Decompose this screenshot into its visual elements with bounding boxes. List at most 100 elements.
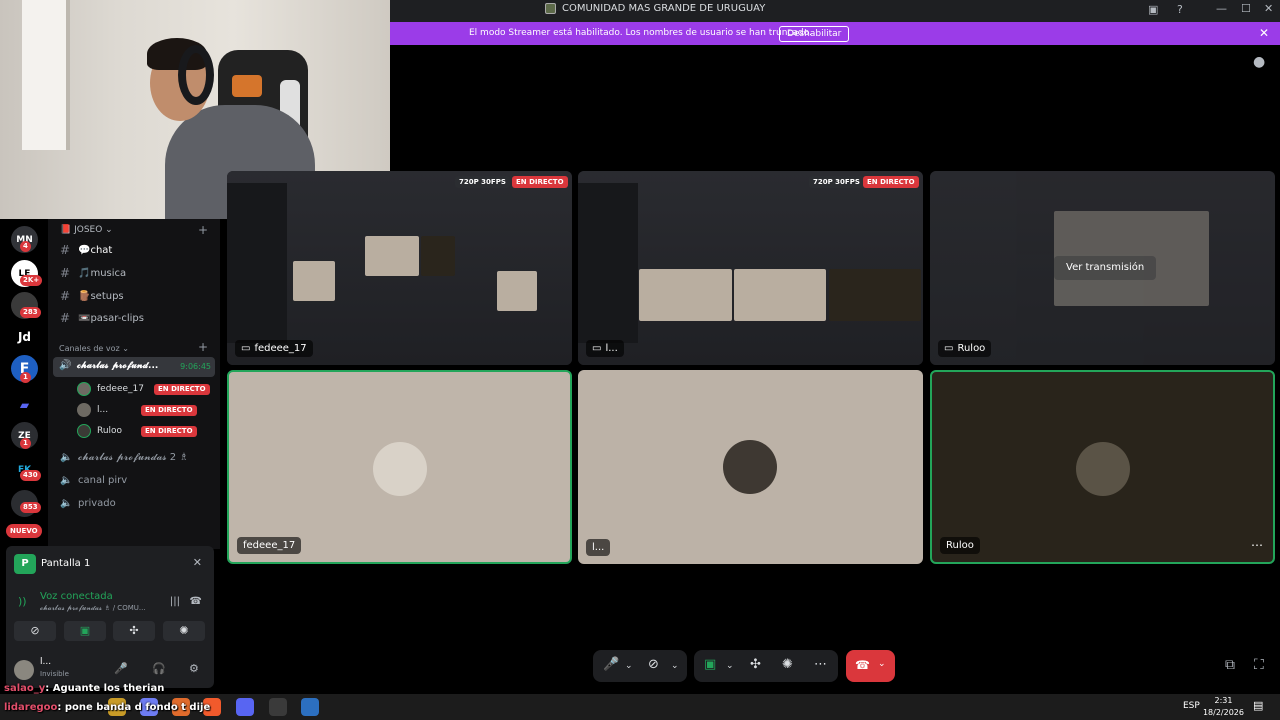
chat-text: : Aguante los therian: [45, 683, 165, 694]
language-indicator[interactable]: ESP: [1183, 701, 1200, 711]
channel-label: 🎵musica: [78, 267, 127, 279]
new-badge[interactable]: NUEVO: [6, 524, 42, 538]
webcam-chair-logo: [232, 75, 262, 97]
help-icon[interactable]: ?: [1177, 3, 1183, 16]
add-voice-channel-icon[interactable]: +: [198, 340, 208, 354]
noise-suppression-icon[interactable]: |||: [170, 596, 180, 607]
microphone-icon[interactable]: 🎤: [603, 657, 619, 672]
chevron-down-icon[interactable]: ⌄: [726, 661, 734, 671]
hash-icon: #: [60, 289, 71, 303]
activities-icon[interactable]: ✣: [750, 657, 761, 672]
participant-name: fedeee_17: [237, 537, 302, 554]
camera-off-button[interactable]: ⊘: [14, 621, 56, 641]
inbox-icon[interactable]: ▣: [1148, 3, 1158, 16]
voice-panel: P Pantalla 1 ✕ )) Voz conectada 𝓬𝓱𝓪𝓻𝓵𝓪𝓼 …: [6, 546, 214, 688]
camera-off-icon[interactable]: ⊘: [648, 657, 659, 672]
headphones-icon[interactable]: 🎧: [152, 662, 166, 675]
banner-close-icon[interactable]: ✕: [1259, 26, 1269, 40]
voice-status[interactable]: Voz conectada: [40, 591, 113, 602]
voice-channels-header[interactable]: Canales de voz ⌄: [59, 344, 129, 353]
fullscreen-icon[interactable]: ⛶: [1254, 657, 1264, 673]
more-icon[interactable]: ⋯: [814, 657, 827, 672]
clock-date: 18/2/2026: [1202, 708, 1244, 717]
chat-text: : pone banda d fondo t dije: [57, 702, 211, 713]
user-name[interactable]: l...: [40, 657, 51, 667]
more-options-icon[interactable]: ⋯: [1251, 538, 1263, 552]
participant-avatar: [1076, 442, 1130, 496]
voice-channel-privado[interactable]: 🔈 privado: [60, 498, 116, 509]
voice-user-name: l...: [97, 405, 109, 415]
stream-tile-l[interactable]: 720P 30FPS EN DIRECTO ▭ l...: [578, 171, 923, 365]
voice-user-ruloo[interactable]: Ruloo: [77, 422, 122, 440]
live-badge: EN DIRECTO: [141, 405, 197, 416]
window-title: COMUNIDAD MAS GRANDE DE URUGUAY: [545, 3, 765, 14]
server-badge: 2K+: [20, 275, 43, 286]
chat-overlay-line: salao_y: Aguante los therian: [4, 683, 164, 694]
server-badge: 1: [20, 438, 31, 449]
channel-label: 💬chat: [78, 244, 113, 256]
clock[interactable]: 2:31 18/2/2026: [1203, 695, 1244, 719]
discord-icon[interactable]: [236, 698, 254, 716]
connection-signal-icon[interactable]: )): [18, 595, 27, 608]
activity-controls: ▣ ⌄ ✣ ✺ ⋯: [694, 650, 838, 682]
preview-sidebar: [578, 183, 638, 343]
soundboard-button[interactable]: ✺: [163, 621, 205, 641]
voice-channel-canal-pirv[interactable]: 🔈 canal pirv: [60, 475, 127, 486]
server-badge: 1: [20, 372, 31, 383]
disconnect-icon[interactable]: ☎: [190, 596, 202, 607]
mic-camera-controls: 🎤 ⌄ ⊘ ⌄: [593, 650, 687, 682]
add-channel-icon[interactable]: +: [198, 223, 208, 237]
hang-up-icon: ☎: [855, 658, 870, 672]
screen-share-button[interactable]: ▣: [64, 621, 106, 641]
preview-pane: [639, 269, 732, 321]
live-badge: EN DIRECTO: [141, 426, 197, 437]
voice-channel-label: 𝓬𝓱𝓪𝓻𝓵𝓪𝓼 𝓹𝓻𝓸𝓯𝓾𝓷𝓭𝓪𝓼 2 ♗: [78, 452, 189, 463]
channel-musica[interactable]: # 🎵musica: [60, 266, 126, 280]
pop-out-icon[interactable]: ⧉: [1225, 657, 1235, 673]
stream-tile-ruloo[interactable]: Ver transmisión ▭ Ruloo: [930, 171, 1275, 365]
participant-tile-l[interactable]: l...: [578, 370, 923, 564]
chat-bubble-icon[interactable]: ●: [1253, 54, 1265, 70]
close-button[interactable]: ✕: [1264, 2, 1273, 15]
channel-chat[interactable]: # 💬chat: [60, 243, 112, 257]
server-name[interactable]: 📕 JOSEO ⌄: [60, 225, 113, 235]
watch-stream-button[interactable]: Ver transmisión: [1054, 256, 1157, 280]
soundboard-icon[interactable]: ✺: [782, 657, 793, 672]
user-avatar[interactable]: [14, 660, 34, 680]
voice-channel-charlas-2[interactable]: 🔈 𝓬𝓱𝓪𝓻𝓵𝓪𝓼 𝓹𝓻𝓸𝓯𝓾𝓷𝓭𝓪𝓼 2 ♗: [60, 452, 188, 463]
chevron-down-icon[interactable]: ⌄: [671, 661, 679, 671]
app-icon[interactable]: [301, 698, 319, 716]
stop-stream-icon[interactable]: ✕: [193, 556, 202, 569]
participant-tile-fedeee[interactable]: fedeee_17: [227, 370, 572, 564]
screen-share-icon[interactable]: ▣: [704, 657, 716, 672]
screen-share-icon: ▣: [79, 624, 91, 637]
disconnect-button[interactable]: ☎ ⌄: [846, 650, 895, 682]
stream-name-text: fedeee_17: [254, 343, 307, 354]
window-title-text: COMUNIDAD MAS GRANDE DE URUGUAY: [562, 3, 766, 14]
minimize-button[interactable]: —: [1216, 2, 1227, 15]
stream-tile-fedeee[interactable]: 720P 30FPS EN DIRECTO ▭ fedeee_17: [227, 171, 572, 365]
live-badge: EN DIRECTO: [154, 384, 210, 395]
maximize-button[interactable]: ☐: [1241, 2, 1251, 15]
stream-name: ▭ Ruloo: [938, 340, 992, 357]
voice-user-fedeee[interactable]: fedeee_17: [77, 380, 144, 398]
disable-streamer-button[interactable]: Deshabilitar: [779, 26, 850, 42]
active-voice-channel[interactable]: 🔊 𝓬𝓱𝓪𝓻𝓵𝓪𝓼 𝓹𝓻𝓸𝓯𝓾𝓷𝓭... 9:06:45: [53, 357, 215, 377]
channel-sidebar: 📕 JOSEO ⌄ + # 💬chat # 🎵musica # 🪵setups # 📼p…: [48, 219, 220, 549]
channel-pasar-clips[interactable]: # 📼pasar-clips: [60, 311, 144, 325]
notification-icon[interactable]: ▤: [1253, 699, 1263, 712]
folder-icon[interactable]: ▰: [11, 391, 38, 418]
stream-name-text: Ruloo: [957, 343, 986, 354]
stream-name-text: l...: [605, 343, 618, 354]
hash-icon: #: [60, 243, 71, 257]
obs-icon[interactable]: [269, 698, 287, 716]
voice-user-l[interactable]: l...: [77, 401, 108, 419]
settings-gear-icon[interactable]: ⚙: [189, 662, 199, 675]
channel-setups[interactable]: # 🪵setups: [60, 289, 124, 303]
participant-tile-ruloo[interactable]: Ruloo ⋯: [930, 370, 1275, 564]
server-jd[interactable]: Jd: [11, 323, 38, 350]
speaker-icon: 🔊: [59, 360, 72, 371]
activities-button[interactable]: ✣: [113, 621, 155, 641]
microphone-icon[interactable]: 🎤: [114, 662, 128, 675]
chevron-down-icon[interactable]: ⌄: [625, 661, 633, 671]
